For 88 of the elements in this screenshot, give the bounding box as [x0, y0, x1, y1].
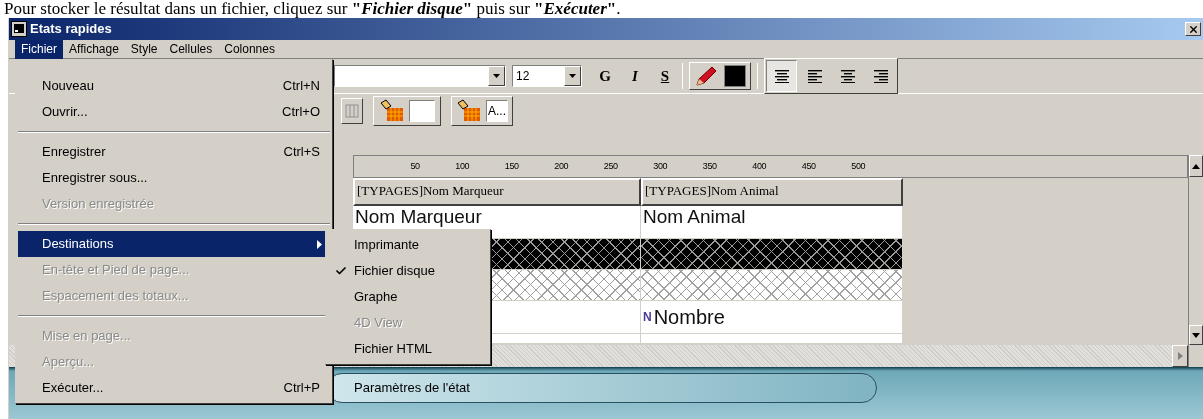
font-size-value: 12 — [515, 68, 530, 85]
menu-item[interactable]: Nouveau Ctrl+N — [18, 73, 330, 99]
menu-item-label: Espacement des totaux... — [42, 287, 189, 306]
grid-cell[interactable] — [641, 239, 903, 269]
dropdown-button[interactable] — [564, 66, 581, 86]
menu-bar-item[interactable]: Cellules — [163, 39, 219, 59]
arrow-down-icon — [1192, 332, 1200, 338]
shortcut-label: Ctrl+S — [283, 143, 320, 162]
app-icon — [11, 21, 27, 37]
fill-swatch — [409, 100, 435, 122]
instruction-text: Pour stocker le résultat dans un fichier, cliquez sur "Fichier disque" puis sur "Exécuter". — [3, 0, 622, 18]
text-fill-button[interactable]: A... — [451, 96, 513, 126]
arrow-up-icon — [1192, 163, 1200, 169]
style-button[interactable]: S — [654, 64, 676, 88]
column-header[interactable]: [TYPAGES]Nom Animal — [641, 178, 903, 206]
shortcut-label: Ctrl+N — [282, 77, 320, 96]
menu-item-label: Enregistrer — [42, 143, 106, 162]
text-color-button[interactable] — [689, 62, 751, 90]
shortcut-label: Ctrl+P — [283, 379, 320, 398]
align-icon — [773, 69, 790, 83]
color-swatch — [724, 65, 746, 87]
menu-item-label: En-tête et Pied de page... — [42, 261, 190, 280]
align-button[interactable] — [766, 60, 797, 92]
number-type-icon: N — [643, 308, 652, 326]
dropdown-button[interactable] — [488, 66, 505, 86]
grid-cell[interactable]: Nom Animal — [641, 206, 903, 238]
window-title: Etats rapides — [30, 20, 112, 39]
menu-item[interactable]: Enregistrer sous... — [18, 165, 330, 191]
ruler-label: 300 — [652, 159, 668, 173]
align-icon — [806, 69, 823, 83]
submenu-item-label: 4D View — [354, 314, 403, 333]
menu-item-label: Enregistrer sous... — [42, 169, 148, 188]
menu-bar-item[interactable]: Style — [124, 39, 164, 59]
column-insert-icon — [345, 104, 359, 118]
style-button[interactable]: I — [624, 64, 646, 88]
grid-cell[interactable] — [641, 334, 903, 343]
font-size-field[interactable]: 12 — [512, 65, 582, 87]
font-field[interactable] — [334, 65, 506, 87]
menu-bar-item[interactable]: Affichage — [63, 39, 125, 59]
arrow-right-icon — [1177, 352, 1183, 360]
toolbar-button[interactable] — [341, 98, 363, 124]
paint-bucket-grid-icon — [379, 99, 405, 123]
pencil-icon — [694, 65, 718, 87]
scroll-down-button[interactable] — [1189, 325, 1203, 345]
scroll-right-button[interactable] — [1172, 345, 1188, 367]
caret-icon — [569, 74, 576, 78]
submenu-item[interactable]: Fichier HTML — [328, 336, 488, 362]
menu-item-label: Aperçu... — [42, 353, 95, 372]
paint-bucket-grid-icon — [456, 99, 482, 123]
shortcut-label: Ctrl+O — [282, 103, 320, 122]
menu-bar-item[interactable]: Colonnes — [218, 39, 281, 59]
align-icon — [839, 69, 856, 83]
caret-icon — [493, 74, 500, 78]
submenu-item-label: Graphe — [354, 288, 398, 307]
style-button[interactable]: G — [594, 64, 616, 88]
align-icon — [872, 69, 889, 83]
menu-item-label: Nouveau — [42, 77, 95, 96]
column-header[interactable]: [TYPAGES]Nom Marqueur — [353, 178, 641, 206]
submenu-arrow-icon — [317, 239, 322, 249]
ruler-label: 450 — [800, 159, 817, 173]
grid-cell[interactable]: N Nombre — [641, 301, 903, 333]
menu-item-label: Exécuter... — [42, 379, 104, 398]
ruler-label: 250 — [602, 159, 619, 173]
menu-item-label: Ouvrir... — [42, 103, 88, 122]
close-icon — [1187, 23, 1199, 35]
ruler-label: 150 — [503, 159, 520, 173]
submenu-item-label: Fichier HTML — [354, 340, 432, 359]
submenu-item-label: Imprimante — [354, 236, 420, 255]
submenu-item[interactable]: Graphe — [328, 284, 488, 310]
scroll-up-button[interactable] — [1189, 155, 1203, 177]
submenu-item[interactable]: Fichier disque — [328, 258, 488, 284]
ruler-label: 500 — [850, 159, 866, 173]
close-button[interactable] — [1185, 22, 1201, 36]
menu-item-label: Destinations — [42, 235, 114, 254]
menu-item-label: Mise en page... — [42, 327, 131, 346]
ruler-label: 100 — [454, 159, 470, 173]
menu-item[interactable]: Exécuter... Ctrl+P — [18, 375, 330, 401]
ruler-label: 200 — [553, 159, 569, 173]
ruler-label: 350 — [701, 159, 718, 173]
cell-fill-button[interactable] — [373, 96, 441, 126]
submenu-item-label: Fichier disque — [354, 262, 435, 281]
ruler-label: 400 — [751, 159, 767, 173]
grid-cell[interactable] — [641, 270, 903, 300]
cell-value: Nombre — [653, 305, 725, 330]
ruler-label: 50 — [409, 159, 421, 173]
menu-item[interactable]: Enregistrer Ctrl+S — [18, 139, 330, 165]
menu-item[interactable]: Ouvrir... Ctrl+O — [18, 99, 330, 125]
menu-item-label: Version enregistrée — [42, 195, 154, 214]
